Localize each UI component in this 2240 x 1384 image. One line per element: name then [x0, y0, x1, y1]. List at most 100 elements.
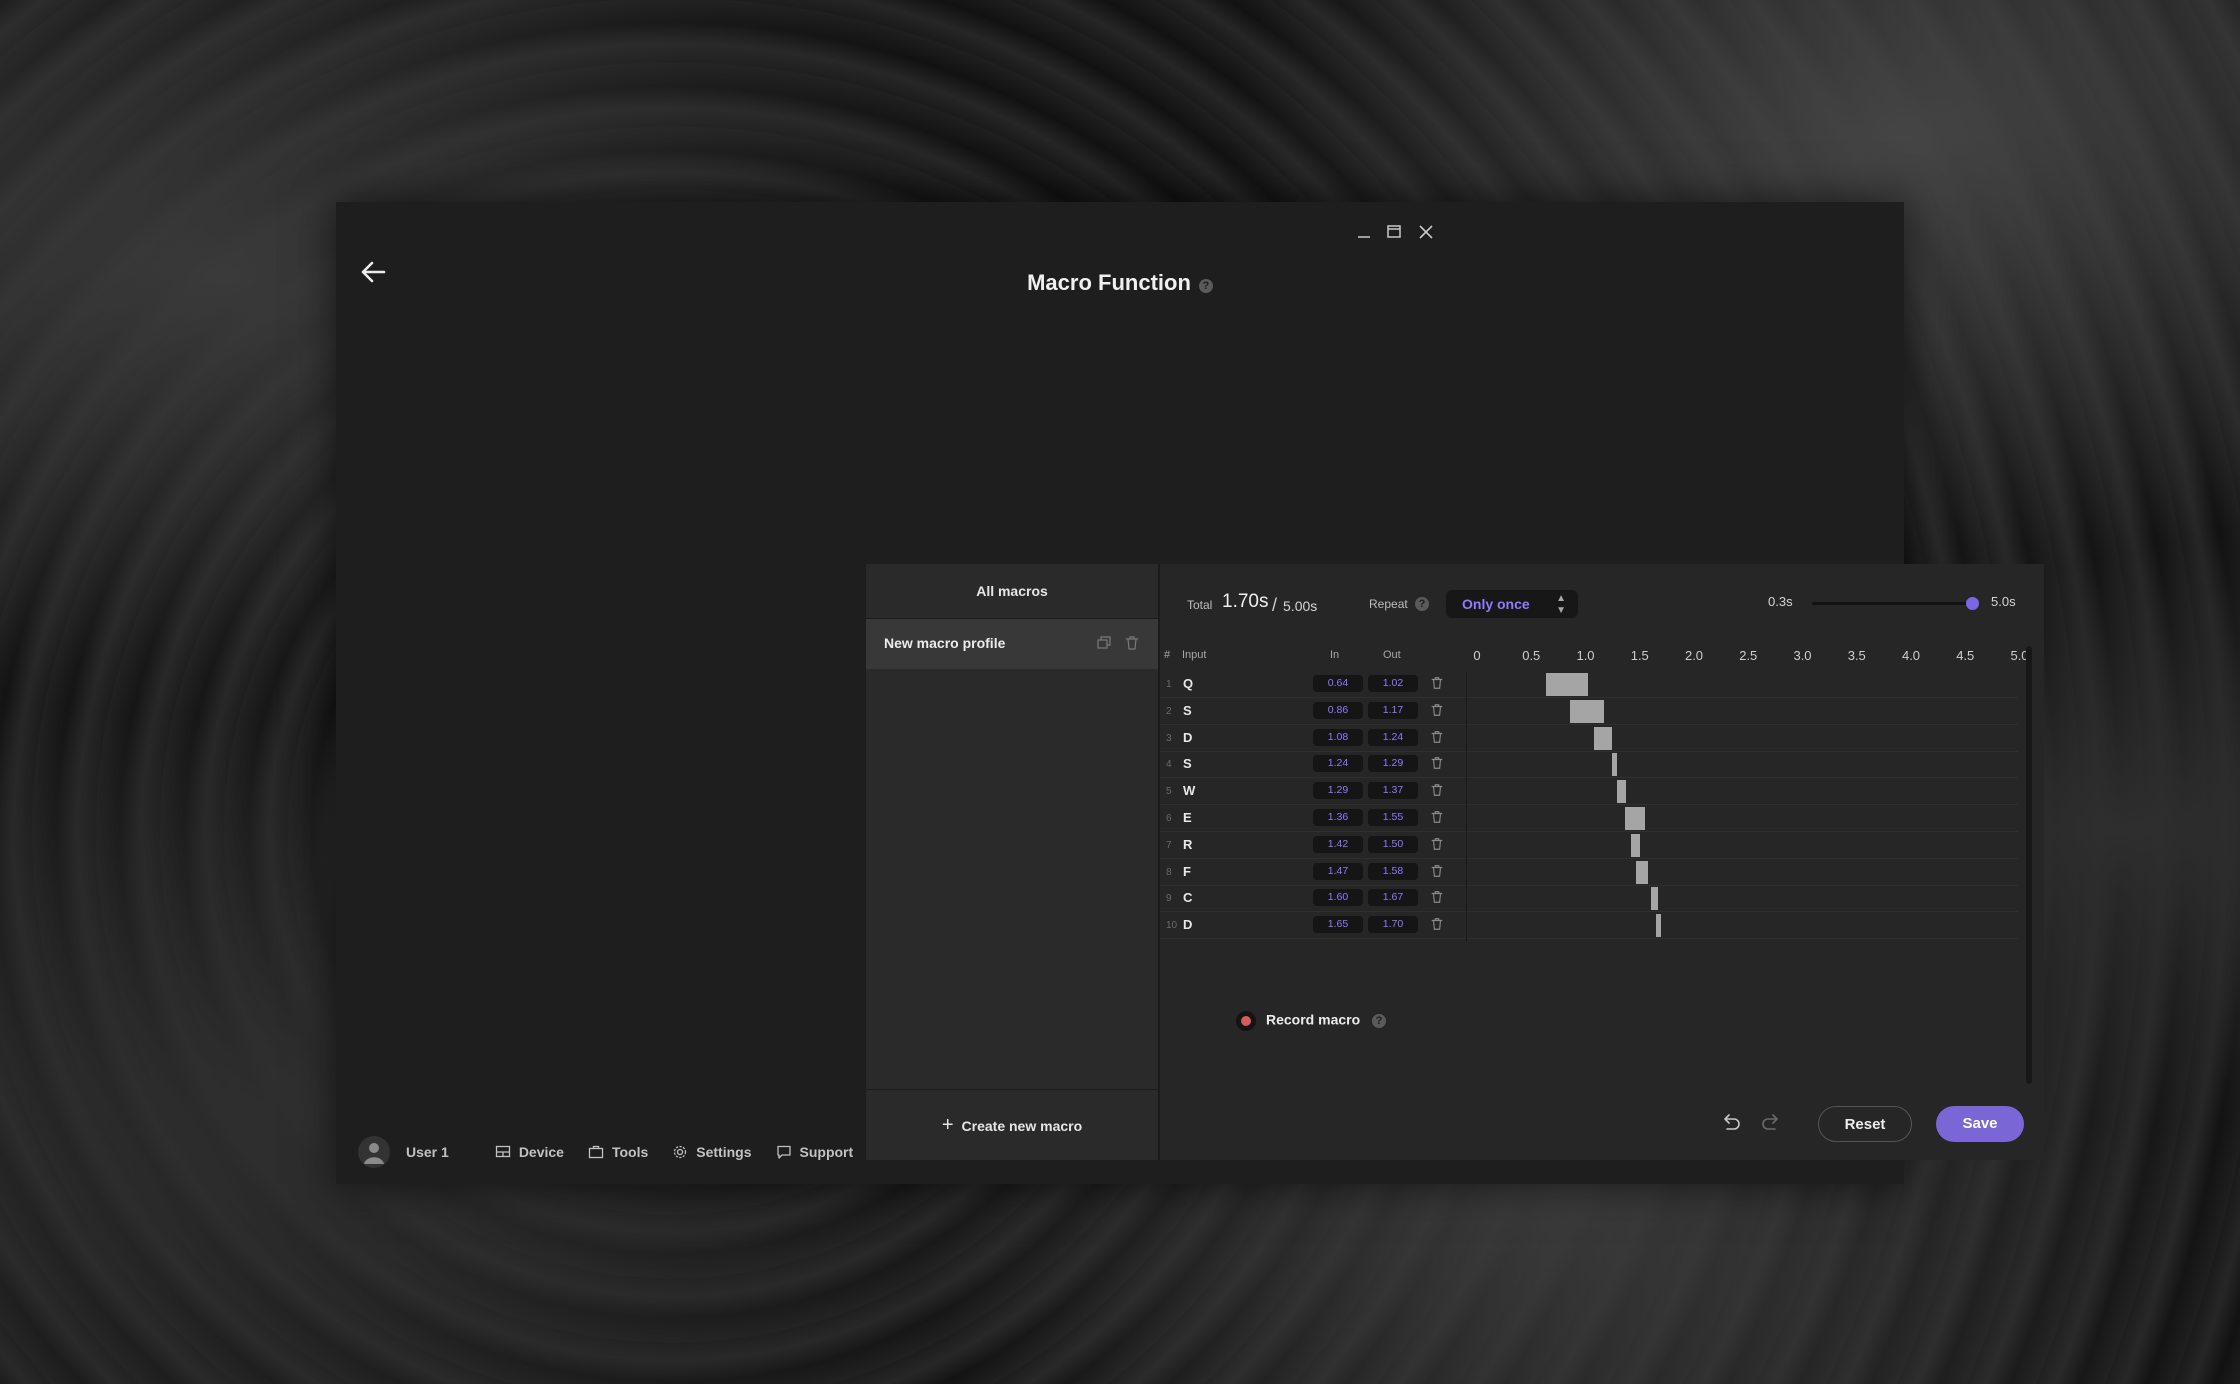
timeline-bar[interactable]	[1650, 887, 1659, 911]
row-delete-icon[interactable]	[1430, 756, 1444, 770]
repeat-label: Repeat	[1369, 597, 1408, 611]
avatar[interactable]	[358, 1136, 390, 1168]
row-in-time-field[interactable]: 1.60	[1313, 889, 1363, 907]
timeline-bar[interactable]	[1594, 726, 1612, 750]
row-delete-icon[interactable]	[1430, 783, 1444, 797]
zoom-slider-handle[interactable]	[1966, 597, 1979, 610]
user-icon	[364, 1143, 384, 1164]
row-number: 7	[1166, 839, 1172, 851]
undo-icon[interactable]	[1720, 1112, 1742, 1134]
row-delete-icon[interactable]	[1430, 730, 1444, 744]
row-out-time-field[interactable]: 1.70	[1368, 916, 1418, 934]
table-row[interactable]: 1 Q 0.64 1.02	[1160, 670, 2018, 698]
device-icon	[495, 1145, 510, 1158]
maximize-icon[interactable]	[1386, 224, 1402, 240]
save-button[interactable]: Save	[1936, 1106, 2024, 1142]
timeline-bar[interactable]	[1570, 699, 1604, 723]
row-delete-icon[interactable]	[1430, 837, 1444, 851]
row-delete-icon[interactable]	[1430, 810, 1444, 824]
row-in-time-field[interactable]: 1.24	[1313, 755, 1363, 773]
col-input-header: Input	[1182, 649, 1207, 661]
table-row[interactable]: 9 C 1.60 1.67	[1160, 884, 2018, 913]
row-in-time-field[interactable]: 1.08	[1313, 728, 1363, 746]
row-input-key: Q	[1183, 676, 1194, 691]
timeline-bar[interactable]	[1631, 833, 1640, 857]
table-row[interactable]: 8 F 1.47 1.58	[1160, 858, 2018, 886]
nav-tools-label: Tools	[611, 1144, 649, 1160]
table-row[interactable]: 2 S 0.86 1.17	[1160, 697, 2018, 725]
row-out-time-field[interactable]: 1.24	[1368, 728, 1418, 746]
close-icon[interactable]	[1418, 224, 1434, 240]
row-in-time-field[interactable]: 1.47	[1313, 862, 1363, 880]
row-out-time-field[interactable]: 1.55	[1368, 809, 1418, 826]
col-index-header: #	[1164, 649, 1171, 661]
record-macro-button[interactable]: Record macro ?	[1236, 1011, 1387, 1031]
row-number: 4	[1166, 759, 1172, 771]
row-out-time-field[interactable]: 1.37	[1368, 782, 1418, 800]
table-row[interactable]: 7 R 1.42 1.50	[1160, 831, 2018, 859]
timeline-bar[interactable]	[1611, 753, 1617, 777]
redo-icon[interactable]	[1760, 1112, 1782, 1134]
timeline-bar[interactable]	[1656, 914, 1662, 938]
row-delete-icon[interactable]	[1430, 676, 1444, 690]
repeat-select[interactable]: Only once ▲ ▼	[1446, 590, 1578, 618]
timeline-bar[interactable]	[1624, 807, 1646, 830]
timeline-bar[interactable]	[1616, 780, 1626, 804]
row-out-time-field[interactable]: 1.67	[1368, 889, 1418, 907]
tools-icon	[588, 1145, 604, 1159]
row-in-time-field[interactable]: 1.42	[1313, 835, 1363, 853]
row-delete-icon[interactable]	[1430, 890, 1444, 904]
trash-icon[interactable]	[1124, 635, 1140, 651]
timeline-tick: 0.5	[1522, 648, 1541, 663]
row-delete-icon[interactable]	[1430, 703, 1444, 717]
row-out-time-field[interactable]: 1.17	[1368, 701, 1418, 719]
row-in-time-field[interactable]: 1.36	[1313, 809, 1363, 826]
row-input-key: S	[1183, 756, 1192, 772]
zoom-slider-track[interactable]	[1812, 602, 1972, 605]
row-delete-icon[interactable]	[1430, 917, 1444, 931]
row-out-time-field[interactable]: 1.50	[1368, 835, 1418, 853]
table-row[interactable]: 3 D 1.08 1.24	[1160, 724, 2018, 752]
macro-item-new-macro-profile[interactable]: New macro profile	[866, 619, 1158, 669]
timeline-tick: 4.0	[1901, 648, 1921, 663]
nav-support[interactable]: Support	[776, 1144, 853, 1160]
table-row[interactable]: 6 E 1.36 1.55	[1160, 804, 2018, 832]
row-input-key: S	[1183, 702, 1192, 718]
timeline-tick: 1.5	[1630, 648, 1649, 663]
row-out-time-field[interactable]: 1.29	[1368, 755, 1418, 773]
table-row[interactable]: 5 W 1.29 1.37	[1160, 777, 2018, 806]
nav-device[interactable]: Device	[495, 1144, 564, 1160]
event-list-scrollbar[interactable]	[2026, 646, 2032, 1084]
duplicate-icon[interactable]	[1096, 635, 1112, 651]
nav-settings[interactable]: Settings	[672, 1144, 752, 1160]
timeline-tick: 0	[1473, 648, 1481, 663]
table-row[interactable]: 4 S 1.24 1.29	[1160, 750, 2018, 779]
timeline-bar[interactable]	[1636, 860, 1649, 884]
settings-icon	[674, 1145, 687, 1159]
timeline-tick: 2.0	[1684, 648, 1704, 663]
row-delete-icon[interactable]	[1430, 864, 1444, 878]
create-new-macro-button[interactable]: + Create new macro	[866, 1089, 1158, 1160]
total-value: 1.70s	[1222, 591, 1269, 612]
row-out-time-field[interactable]: 1.58	[1368, 862, 1418, 880]
row-in-time-field[interactable]: 0.64	[1313, 675, 1363, 692]
reset-button[interactable]: Reset	[1818, 1106, 1912, 1142]
row-out-time-field[interactable]: 1.02	[1368, 675, 1418, 692]
row-in-time-field[interactable]: 1.29	[1313, 782, 1363, 800]
row-input-key: E	[1183, 810, 1192, 825]
nav-tools[interactable]: Tools	[588, 1144, 648, 1160]
table-row[interactable]: 10 D 1.65 1.70	[1160, 911, 2018, 940]
timeline-bar[interactable]	[1546, 673, 1588, 696]
help-icon[interactable]: ?	[1198, 278, 1213, 293]
nav-settings-label: Settings	[696, 1144, 752, 1160]
repeat-help-icon[interactable]: ?	[1415, 597, 1429, 611]
record-help-icon[interactable]: ?	[1372, 1014, 1387, 1028]
minimize-icon[interactable]	[1356, 224, 1372, 240]
col-out-header: Out	[1383, 649, 1401, 661]
row-input-key: R	[1183, 836, 1193, 852]
row-in-time-field[interactable]: 1.65	[1313, 916, 1363, 934]
row-input-key: W	[1183, 783, 1196, 799]
create-new-macro-label: Create new macro	[961, 1118, 1083, 1134]
user-name[interactable]: User 1	[406, 1144, 449, 1160]
row-in-time-field[interactable]: 0.86	[1313, 701, 1363, 719]
